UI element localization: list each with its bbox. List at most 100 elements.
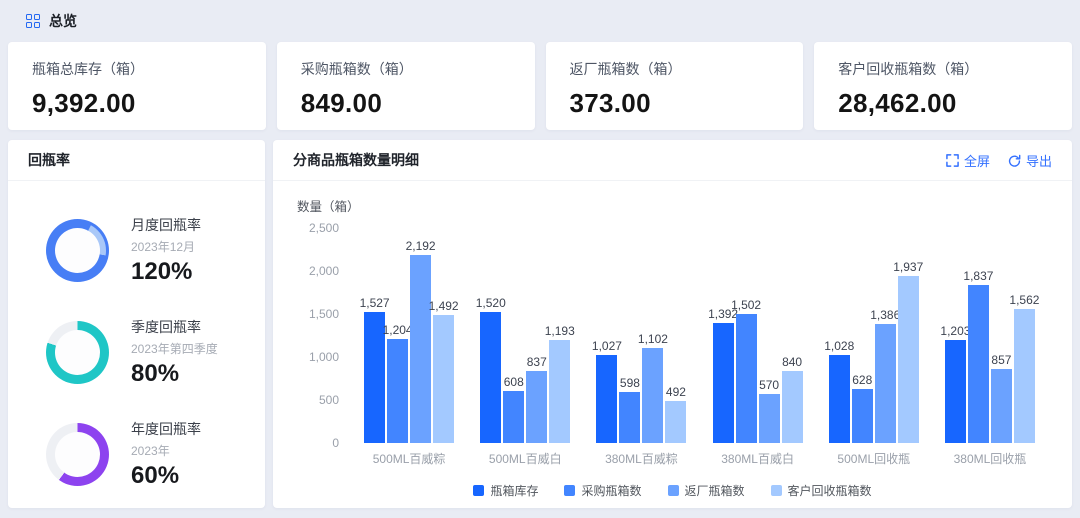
bar	[851, 389, 873, 443]
bar	[665, 400, 687, 443]
legend-label: 客户回收瓶箱数	[787, 484, 872, 498]
gauge-name: 月度回瓶率	[131, 217, 201, 233]
page-title: 总览	[49, 13, 77, 29]
legend-label: 瓶箱库存	[490, 484, 539, 498]
legend-swatch	[564, 485, 576, 496]
bar	[596, 354, 618, 443]
bar-value-label: 1,204	[382, 323, 413, 338]
bar-column: 1,028	[824, 228, 854, 443]
stat-value: 849.00	[300, 88, 383, 118]
bar-column: 1,392	[708, 228, 738, 443]
legend-label: 采购瓶箱数	[581, 484, 642, 498]
gauge-list: 月度回瓶率 2023年12月 120% 季度回瓶率 2023年第四季度 80%	[8, 181, 265, 490]
y-tick-label: 2,500	[308, 221, 339, 235]
bar-column: 1,520	[476, 228, 506, 443]
bar-column: 1,562	[1009, 228, 1039, 443]
bar-value-label: 840	[782, 354, 803, 369]
export-icon	[1008, 154, 1021, 167]
bar	[735, 313, 757, 443]
bar	[897, 276, 919, 443]
bar-column: 1,937	[893, 228, 923, 443]
bar-value-label: 1,527	[359, 295, 390, 310]
stat-label: 返厂瓶箱数（箱）	[569, 61, 682, 77]
bar	[526, 371, 548, 443]
y-axis: 0 500 1,000 1,500 2,000 2,500	[297, 221, 351, 450]
legend-item[interactable]: 客户回收瓶箱数	[770, 482, 872, 499]
bar-group: 1,203 1,837 857 1,562	[932, 228, 1048, 443]
bar-column: 492	[665, 228, 687, 443]
category-label: 380ML百威白	[721, 452, 794, 466]
bar-column: 570	[758, 228, 780, 443]
detail-panel-header: 分商品瓶箱数量明细 全屏 导出	[273, 140, 1072, 181]
bar-value-label: 608	[503, 374, 524, 389]
gauge-value: 60%	[131, 462, 180, 489]
bar	[619, 391, 641, 443]
gauge-value: 80%	[131, 360, 180, 387]
bar	[549, 340, 571, 443]
bar-column: 1,502	[731, 228, 761, 443]
legend-label: 返厂瓶箱数	[684, 484, 745, 498]
category-label: 380ML回收瓶	[953, 452, 1027, 466]
bar-value-label: 837	[526, 355, 547, 370]
bar	[387, 339, 409, 443]
donut-chart-monthly	[46, 219, 109, 282]
category-label: 500ML百威白	[488, 452, 562, 466]
legend-item[interactable]: 返厂瓶箱数	[667, 482, 745, 499]
category-label: 500ML回收瓶	[837, 452, 911, 466]
plot-area: 1,527 1,204 2,192 1,492 1,520 608 837 1,193 1,02…	[351, 228, 1048, 443]
bar	[480, 312, 502, 443]
stat-card-returned-factory: 返厂瓶箱数（箱） 373.00	[545, 42, 804, 130]
y-tick-label: 0	[332, 436, 339, 450]
bar-value-label: 1,492	[428, 298, 459, 313]
export-button[interactable]: 导出	[1008, 151, 1052, 170]
gauge-monthly: 月度回瓶率 2023年12月 120%	[46, 215, 265, 286]
bar-value-label: 1,028	[824, 338, 855, 353]
return-rate-panel: 回瓶率 月度回瓶率 2023年12月 120% 季度回瓶率 2023年第四季度 …	[8, 140, 265, 508]
bar-column: 1,027	[592, 228, 622, 443]
gauge-yearly: 年度回瓶率 2023年 60%	[46, 419, 265, 490]
bar-value-label: 492	[665, 384, 686, 399]
gauge-value: 120%	[131, 258, 193, 285]
fullscreen-button[interactable]: 全屏	[946, 151, 990, 170]
bar	[433, 314, 455, 443]
bar	[781, 370, 803, 443]
bar	[874, 323, 896, 443]
page-header: 总览	[0, 0, 1080, 40]
bar	[990, 369, 1012, 443]
gauge-period: 2023年第四季度	[131, 342, 218, 356]
stat-label: 采购瓶箱数（箱）	[300, 61, 413, 77]
y-tick-label: 1,500	[308, 307, 339, 321]
bar-group: 1,028 628 1,386 1,937	[816, 228, 932, 443]
bar-value-label: 1,520	[475, 296, 506, 311]
legend-item[interactable]: 采购瓶箱数	[564, 482, 642, 499]
bar-value-label: 628	[852, 373, 873, 387]
stat-card-purchased: 采购瓶箱数（箱） 849.00	[276, 42, 535, 130]
bar	[967, 285, 989, 443]
y-axis-title: 数量（箱）	[297, 200, 360, 214]
bar-group: 1,027 598 1,102 492	[583, 228, 699, 443]
bar	[712, 323, 734, 443]
bar-value-label: 570	[759, 377, 780, 392]
donut-chart-yearly	[46, 423, 109, 486]
bar-value-label: 1,193	[544, 324, 575, 339]
stat-label: 客户回收瓶箱数（箱）	[838, 61, 979, 77]
donut-chart-quarterly	[46, 321, 109, 384]
bar-value-label: 857	[991, 353, 1012, 368]
return-rate-panel-header: 回瓶率	[8, 140, 265, 181]
legend-item[interactable]: 瓶箱库存	[473, 482, 538, 499]
stat-value: 28,462.00	[838, 88, 957, 118]
bar-group: 1,520 608 837 1,193	[467, 228, 583, 443]
bar-value-label: 598	[619, 375, 640, 390]
bar-column: 2,192	[406, 228, 436, 443]
bar-value-label: 1,937	[893, 260, 924, 275]
main-row: 回瓶率 月度回瓶率 2023年12月 120% 季度回瓶率 2023年第四季度 …	[8, 140, 1072, 508]
bar	[828, 354, 850, 443]
gauge-quarterly: 季度回瓶率 2023年第四季度 80%	[46, 317, 265, 388]
bar-column: 1,837	[963, 228, 993, 443]
bar-value-label: 1,837	[963, 269, 994, 284]
bar-column: 857	[990, 228, 1012, 443]
gauge-name: 季度回瓶率	[131, 319, 201, 335]
bar-value-label: 1,502	[731, 297, 762, 312]
gauge-name: 年度回瓶率	[131, 421, 201, 437]
chart-legend: 瓶箱库存 采购瓶箱数 返厂瓶箱数 客户回收瓶箱数	[297, 482, 1048, 499]
